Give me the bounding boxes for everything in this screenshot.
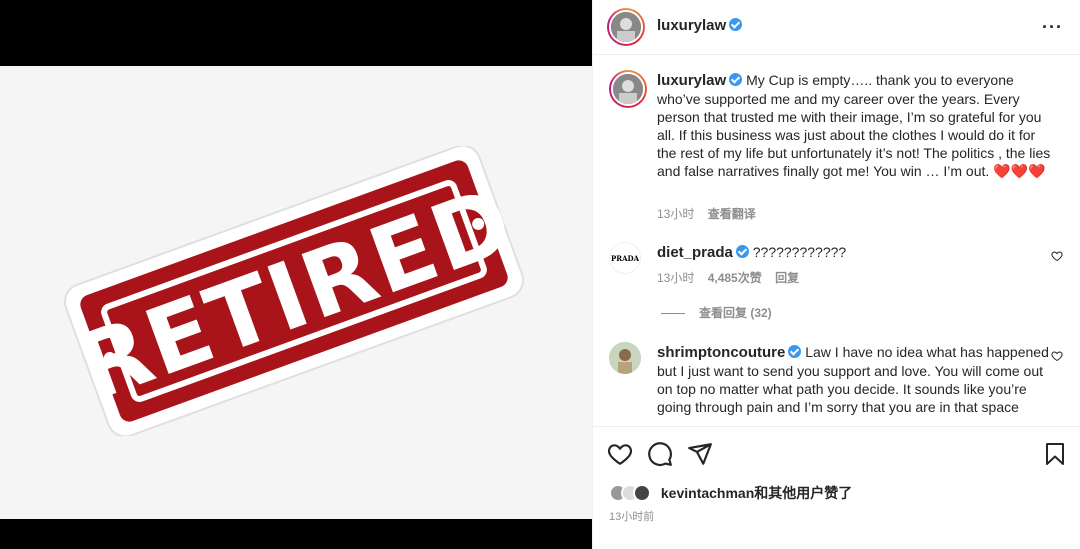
share-paper-plane-icon[interactable]: [687, 441, 715, 469]
comment-like-heart-icon[interactable]: [1051, 350, 1063, 365]
view-replies[interactable]: 查看回复 (32): [661, 304, 772, 321]
post-image[interactable]: RETIRED: [0, 66, 592, 519]
verified-badge-icon: [788, 345, 802, 358]
like-heart-icon[interactable]: [607, 441, 635, 469]
caption-username[interactable]: luxurylaw: [657, 72, 726, 89]
post-timestamp[interactable]: 13小时前: [609, 508, 654, 524]
post-actions: kevintachman和其他用户赞了 13小时前: [593, 426, 1080, 549]
view-replies-label[interactable]: 查看回复 (32): [699, 306, 772, 320]
reply-button[interactable]: 回复: [775, 271, 799, 285]
author-username[interactable]: luxurylaw: [657, 17, 726, 34]
comment-item: shrimptoncouture Law I have no idea what…: [609, 342, 1065, 426]
comment-avatar[interactable]: PRADA: [609, 242, 641, 274]
comment-username[interactable]: diet_prada: [657, 244, 733, 261]
translate-link[interactable]: 查看翻译: [708, 207, 756, 221]
comment-bubble-icon[interactable]: [647, 441, 675, 469]
post-header: luxurylaw ···: [593, 0, 1080, 55]
post-detail-panel: luxurylaw ··· luxurylaw My Cup is empty……: [592, 0, 1080, 549]
liked-by[interactable]: kevintachman和其他用户赞了: [609, 483, 852, 505]
replies-divider: [661, 313, 685, 315]
avatar-text: PRADA: [610, 254, 639, 263]
comments-list[interactable]: luxurylaw My Cup is empty….. thank you t…: [593, 56, 1080, 426]
more-options-icon[interactable]: ···: [1042, 17, 1063, 38]
comment-username[interactable]: shrimptoncouture: [657, 344, 785, 361]
liker-avatar: [633, 484, 651, 502]
comment-time[interactable]: 13小时: [657, 271, 694, 285]
avatar-photo-icon: [613, 74, 643, 104]
author-avatar[interactable]: [607, 8, 645, 46]
verified-badge-icon: [729, 18, 743, 31]
post-media[interactable]: RETIRED: [0, 0, 592, 549]
avatar-photo-icon: [609, 342, 641, 374]
caption-time[interactable]: 13小时: [657, 207, 694, 221]
avatar-photo-icon: [611, 12, 641, 42]
comment-like-heart-icon[interactable]: [1051, 250, 1063, 265]
comment-avatar[interactable]: [609, 342, 641, 374]
caption: luxurylaw My Cup is empty….. thank you t…: [609, 70, 1065, 221]
save-bookmark-icon[interactable]: [1043, 441, 1071, 469]
verified-badge-icon: [729, 73, 743, 86]
retired-sticker-image: RETIRED: [63, 146, 527, 436]
comment-text: ????????????: [752, 244, 847, 260]
verified-badge-icon: [735, 245, 749, 258]
comment-item: PRADA diet_prada ???????????? 13小时 4,485…: [609, 242, 1065, 322]
caption-avatar[interactable]: [609, 70, 647, 108]
comment-likes-count[interactable]: 4,485次赞: [708, 271, 762, 285]
liked-by-text[interactable]: kevintachman和其他用户赞了: [661, 485, 852, 501]
